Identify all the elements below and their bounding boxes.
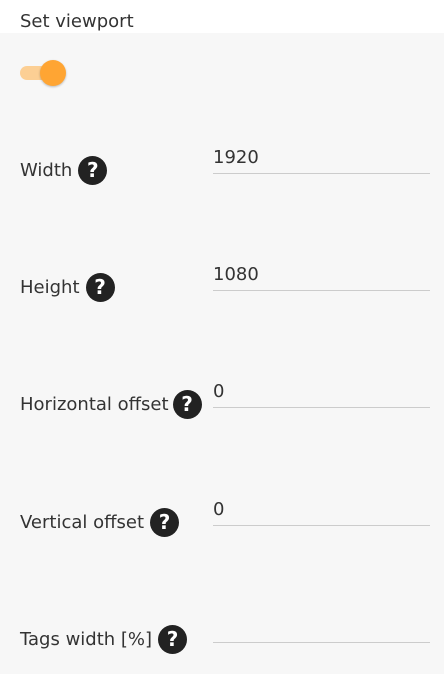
help-icon[interactable]: ? xyxy=(78,156,108,185)
help-icon[interactable]: ? xyxy=(85,273,115,302)
width-field xyxy=(213,143,430,174)
width-label-group: Width ? xyxy=(20,156,108,185)
help-icon[interactable]: ? xyxy=(172,390,202,419)
section-title: Set viewport xyxy=(20,11,134,32)
height-label: Height xyxy=(20,276,80,298)
height-input[interactable] xyxy=(213,260,430,288)
vertical-offset-field xyxy=(213,495,430,526)
vertical-offset-label: Vertical offset xyxy=(20,511,145,533)
tags-width-label: Tags width [%] xyxy=(20,628,153,650)
tags-width-row: Tags width [%] ? xyxy=(0,612,444,654)
settings-header: Set viewport xyxy=(0,0,444,33)
set-viewport-toggle[interactable] xyxy=(20,60,66,86)
vertical-offset-row: Vertical offset ? xyxy=(0,495,444,537)
tags-width-field xyxy=(213,612,430,643)
width-input[interactable] xyxy=(213,143,430,171)
tags-width-label-group: Tags width [%] ? xyxy=(20,625,188,654)
horizontal-offset-row: Horizontal offset ? xyxy=(0,377,444,419)
height-field xyxy=(213,260,430,291)
horizontal-offset-field xyxy=(213,377,430,408)
vertical-offset-label-group: Vertical offset ? xyxy=(20,508,180,537)
width-label: Width xyxy=(20,159,73,181)
height-row: Height ? xyxy=(0,260,444,302)
horizontal-offset-label-group: Horizontal offset ? xyxy=(20,390,202,419)
width-row: Width ? xyxy=(0,143,444,185)
help-icon[interactable]: ? xyxy=(150,508,180,537)
toggle-knob xyxy=(40,60,66,86)
horizontal-offset-label: Horizontal offset xyxy=(20,393,169,415)
viewport-settings-page: Set viewport Width ? Height ? Horizontal… xyxy=(0,0,444,674)
settings-panel xyxy=(0,33,444,674)
help-icon[interactable]: ? xyxy=(158,625,188,654)
vertical-offset-input[interactable] xyxy=(213,495,430,523)
height-label-group: Height ? xyxy=(20,273,115,302)
horizontal-offset-input[interactable] xyxy=(213,377,430,405)
tags-width-input[interactable] xyxy=(213,612,430,640)
